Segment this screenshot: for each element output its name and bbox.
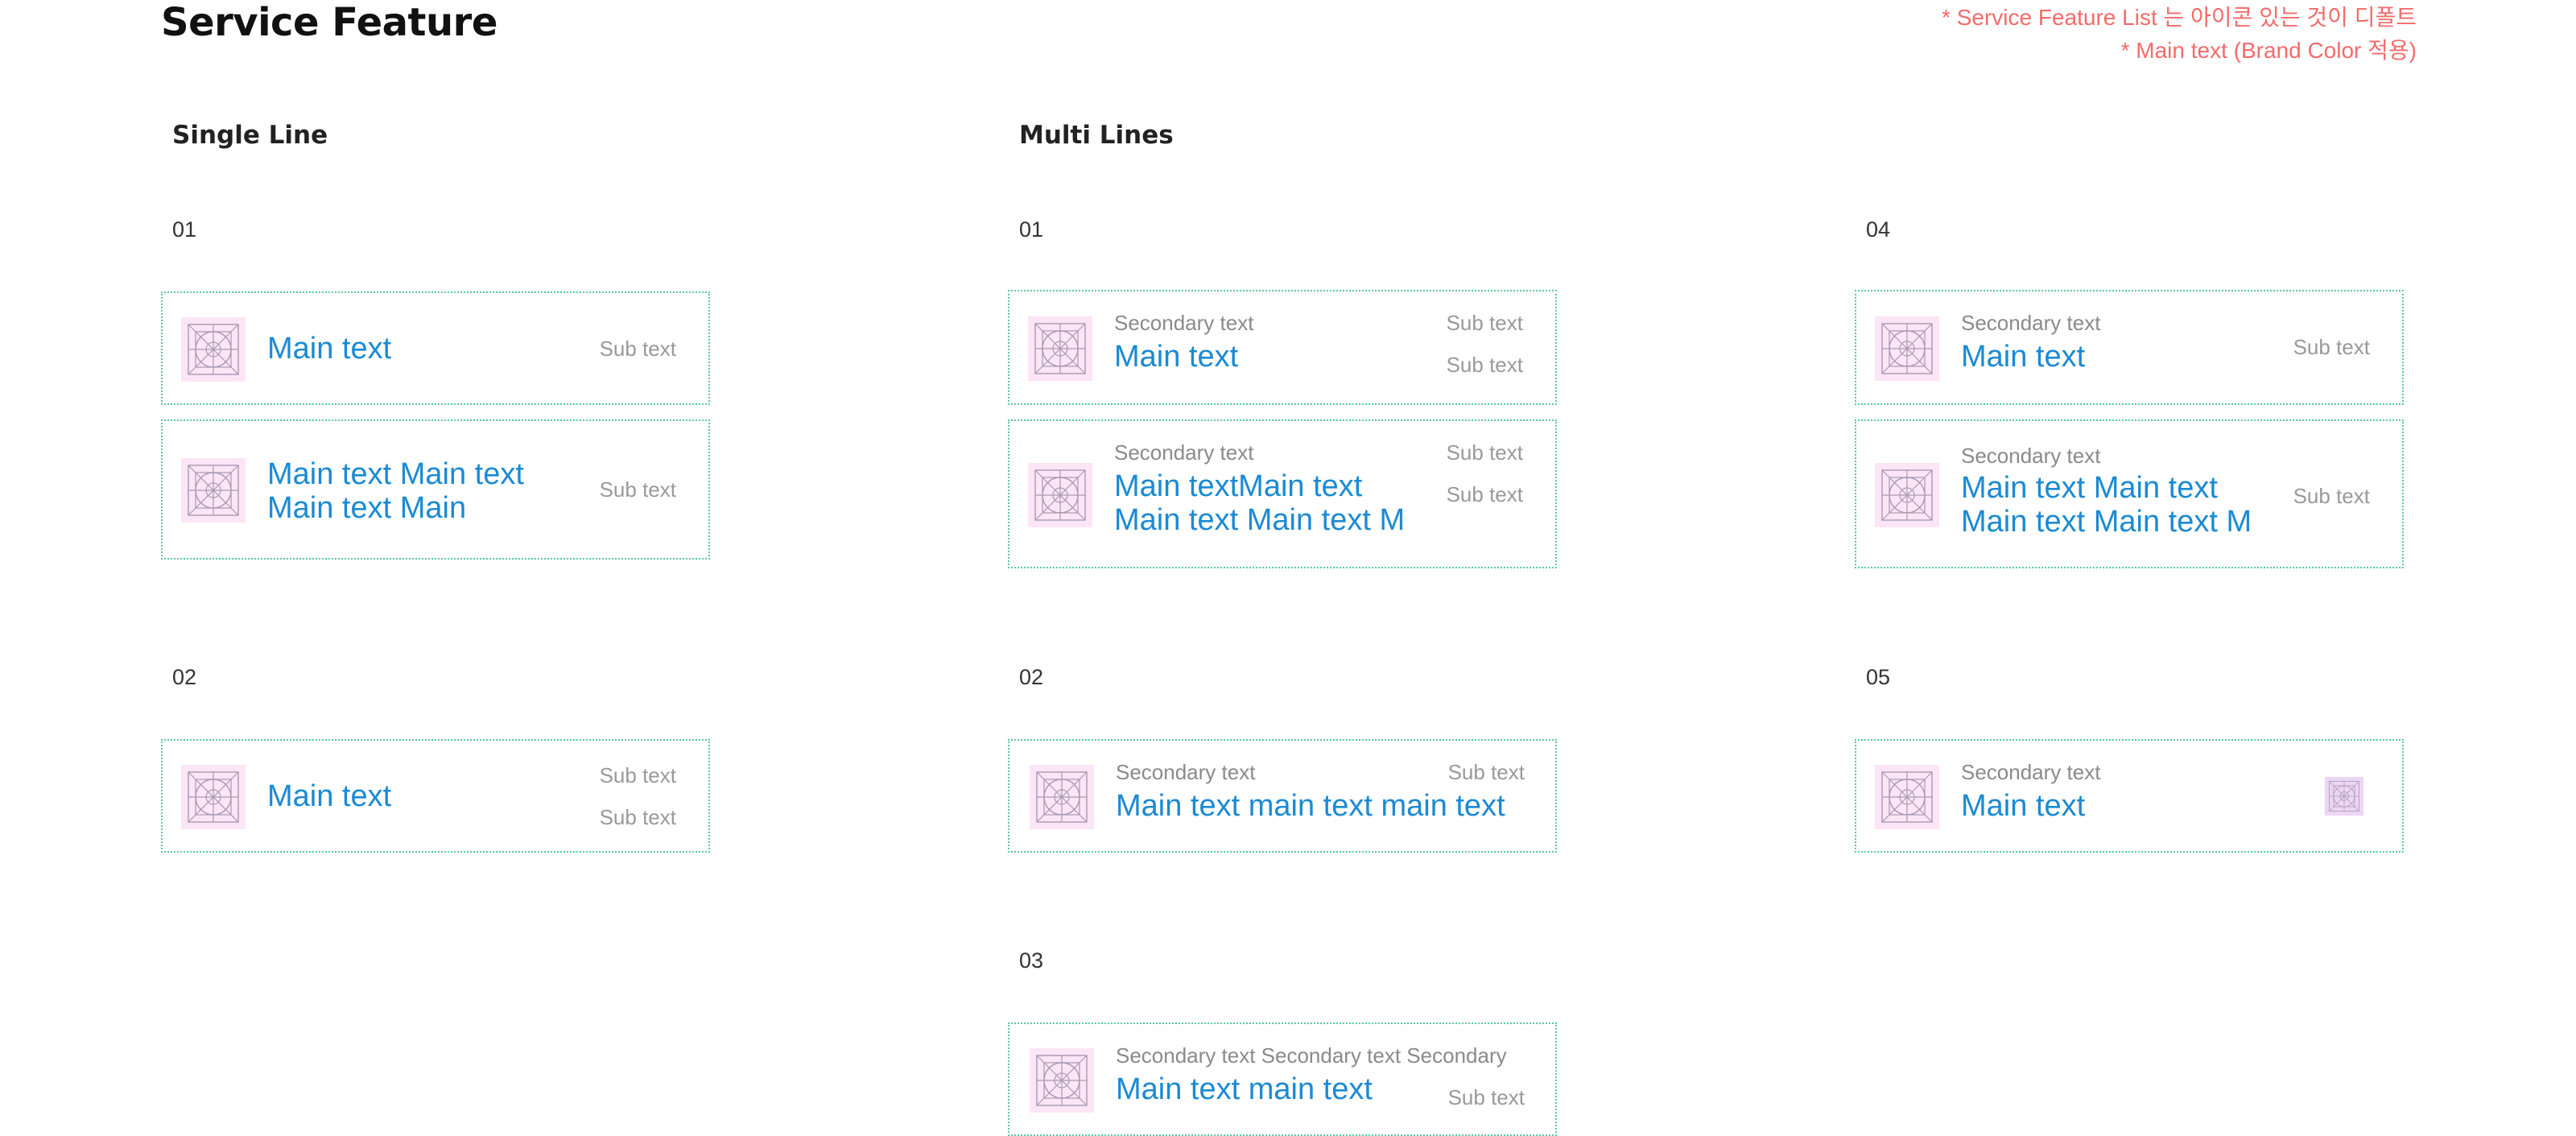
sub-text-top: Sub text bbox=[1446, 440, 1523, 465]
list-item-card[interactable]: Secondary text Main text Sub text bbox=[1855, 290, 2404, 405]
main-text-line-2: Main text Main text M bbox=[1961, 505, 2252, 539]
multi-lines-variant-number: 01 bbox=[1019, 217, 1044, 242]
image-placeholder-icon bbox=[1028, 316, 1092, 381]
image-placeholder-icon bbox=[1875, 316, 1939, 381]
multi-lines-variant-number: 03 bbox=[1019, 948, 1044, 973]
secondary-text: Secondary text bbox=[1961, 760, 2101, 784]
secondary-text: Secondary text bbox=[1961, 444, 2101, 468]
sub-text-bottom: Sub text bbox=[1446, 353, 1523, 377]
image-placeholder-icon bbox=[1030, 1048, 1094, 1113]
secondary-text: Secondary text bbox=[1114, 311, 1254, 335]
page-title: Service Feature bbox=[161, 0, 497, 45]
sub-text: Sub text bbox=[2293, 484, 2370, 508]
main-text: Main text main text bbox=[1116, 1072, 1373, 1106]
image-placeholder-icon bbox=[1028, 463, 1092, 527]
main-text-line-1: Main text Main text bbox=[1961, 471, 2218, 505]
list-item-card[interactable]: Main text Sub text Sub text bbox=[161, 739, 710, 853]
secondary-text: Secondary text bbox=[1116, 760, 1256, 784]
main-text-line-1: Main textMain text bbox=[1114, 469, 1363, 503]
sub-text: Sub text bbox=[599, 337, 676, 361]
sub-text: Sub text bbox=[1447, 760, 1525, 784]
image-placeholder-icon bbox=[1875, 765, 1939, 829]
main-text: Main text main text main text bbox=[1116, 789, 1505, 823]
single-line-section-title: Single Line bbox=[172, 121, 328, 150]
secondary-text: Secondary text bbox=[1114, 440, 1254, 465]
sub-text: Sub text bbox=[1447, 1085, 1525, 1109]
image-placeholder-icon bbox=[181, 317, 246, 382]
list-item-card[interactable]: Secondary text Main text main text main … bbox=[1008, 739, 1557, 853]
multi-lines-variant-number: 02 bbox=[1019, 665, 1044, 689]
image-placeholder-icon bbox=[1030, 765, 1094, 829]
main-text: Main text bbox=[267, 332, 392, 366]
secondary-text: Secondary text Secondary text Secondary bbox=[1116, 1043, 1507, 1068]
list-item-card[interactable]: Secondary text Main text bbox=[1855, 739, 2404, 853]
list-item-card[interactable]: Secondary text Main text Main text Main … bbox=[1855, 419, 2404, 568]
list-item-card[interactable]: Secondary text Main text Sub text Sub te… bbox=[1008, 290, 1557, 405]
image-placeholder-icon bbox=[1875, 463, 1939, 527]
image-placeholder-icon bbox=[181, 765, 246, 829]
main-text-line-1: Main text Main text bbox=[267, 457, 524, 491]
image-placeholder-small-icon bbox=[2325, 777, 2363, 816]
default-icon-note: * Service Feature List 는 아이콘 있는 것이 디폴트 bbox=[1942, 5, 2417, 30]
image-placeholder-icon bbox=[181, 458, 246, 523]
list-item-card[interactable]: Secondary text Main textMain text Main t… bbox=[1008, 419, 1557, 568]
list-item-card[interactable]: Secondary text Secondary text Secondary … bbox=[1008, 1022, 1557, 1136]
main-text-line-2: Main text Main text M bbox=[1114, 503, 1406, 537]
brand-color-note: * Main text (Brand Color 적용) bbox=[2120, 38, 2417, 63]
sub-text-bottom: Sub text bbox=[1446, 482, 1523, 506]
sub-text-bottom: Sub text bbox=[599, 805, 676, 829]
secondary-text: Secondary text bbox=[1961, 311, 2101, 335]
main-text: Main text bbox=[1961, 789, 2086, 823]
main-text: Main text bbox=[1114, 340, 1239, 374]
main-text: Main text bbox=[1961, 340, 2086, 374]
sub-text: Sub text bbox=[599, 477, 676, 502]
main-text: Main text bbox=[267, 779, 392, 813]
sub-text: Sub text bbox=[2293, 335, 2370, 359]
multi-lines-variant-number: 05 bbox=[1866, 665, 1891, 689]
multi-lines-variant-number: 04 bbox=[1866, 217, 1891, 242]
list-item-card[interactable]: Main text Main text Main text Main Sub t… bbox=[161, 419, 710, 560]
single-line-variant-number: 01 bbox=[172, 217, 197, 242]
main-text-line-2: Main text Main bbox=[267, 491, 467, 525]
sub-text-top: Sub text bbox=[599, 763, 676, 787]
sub-text-top: Sub text bbox=[1446, 311, 1523, 335]
list-item-card[interactable]: Main text Sub text bbox=[161, 291, 710, 405]
multi-lines-section-title: Multi Lines bbox=[1019, 121, 1174, 150]
single-line-variant-number: 02 bbox=[172, 665, 197, 689]
